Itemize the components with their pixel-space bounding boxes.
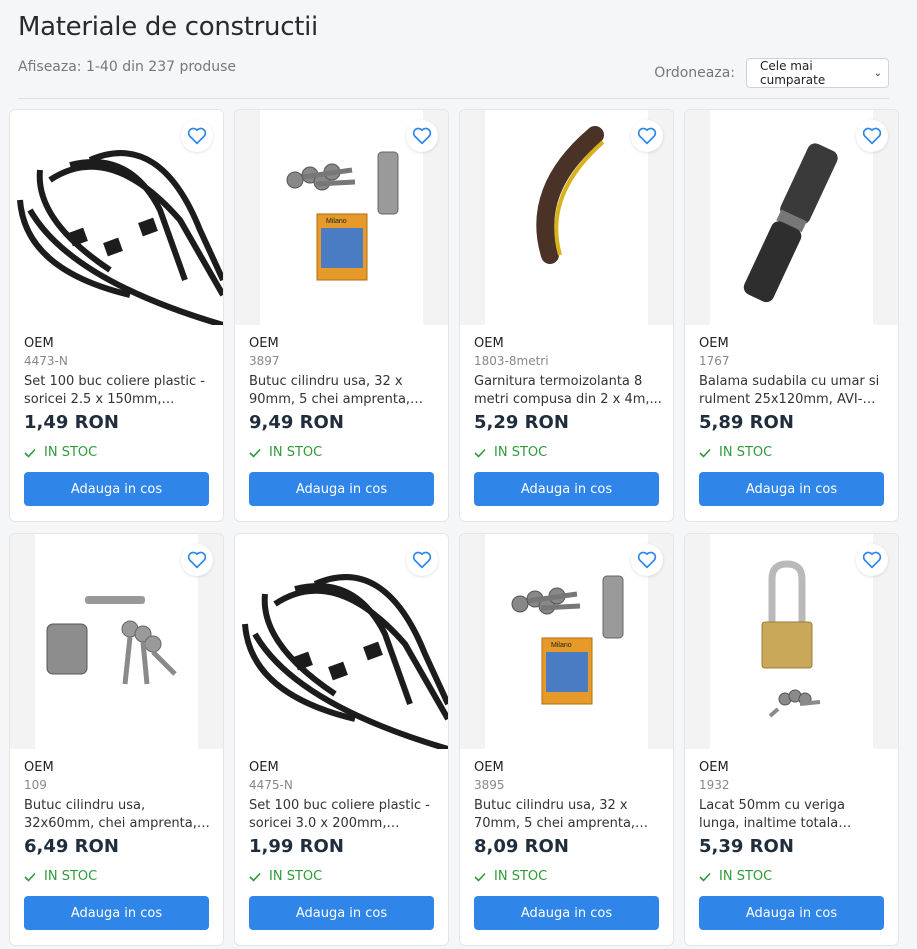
heart-icon[interactable]	[406, 120, 438, 152]
svg-text:Milano: Milano	[326, 218, 347, 225]
padlock-image	[761, 560, 821, 718]
results-count: Afiseaza: 1-40 din 237 produse	[18, 59, 237, 75]
stock-status: IN STOC	[249, 445, 322, 460]
stock-status: IN STOC	[474, 445, 547, 460]
product-card[interactable]: OEM 1932 Lacat 50mm cu veriga lunga, ina…	[684, 533, 899, 946]
product-title[interactable]: Lacat 50mm cu veriga lunga, inaltime tot…	[699, 797, 889, 833]
check-icon	[699, 448, 711, 458]
cylinder-lock-image	[46, 596, 177, 685]
heart-icon[interactable]	[631, 120, 663, 152]
product-price: 5,39 RON	[699, 836, 794, 857]
weld-hinge-image	[743, 143, 838, 303]
product-sku: 1803-8metri	[474, 354, 549, 368]
product-sku: 3895	[474, 778, 505, 792]
stock-status: IN STOC	[24, 445, 97, 460]
sort-select-value: Cele mai cumparate	[760, 59, 826, 87]
product-brand: OEM	[474, 760, 504, 775]
product-price: 6,49 RON	[24, 836, 119, 857]
product-price: 5,89 RON	[699, 412, 794, 433]
check-icon	[24, 448, 36, 458]
add-to-cart-button[interactable]: Adauga in cos	[24, 472, 209, 506]
sort-label: Ordoneaza:	[654, 65, 735, 81]
product-card[interactable]: Milano OEM 3897 Butuc cilindru usa, 32 x…	[234, 109, 449, 522]
stock-status: IN STOC	[474, 869, 547, 884]
product-sku: 1932	[699, 778, 730, 792]
product-title[interactable]: Butuc cilindru usa, 32x60mm, chei ampren…	[24, 797, 214, 833]
product-brand: OEM	[699, 336, 729, 351]
add-to-cart-button[interactable]: Adauga in cos	[699, 896, 884, 930]
product-brand: OEM	[24, 336, 54, 351]
add-to-cart-button[interactable]: Adauga in cos	[24, 896, 209, 930]
stock-status: IN STOC	[24, 869, 97, 884]
product-card[interactable]: OEM 1803-8metri Garnitura termoizolanta …	[459, 109, 674, 522]
product-sku: 109	[24, 778, 47, 792]
product-price: 9,49 RON	[249, 412, 344, 433]
heart-icon[interactable]	[631, 544, 663, 576]
product-sku: 1767	[699, 354, 730, 368]
add-to-cart-button[interactable]: Adauga in cos	[699, 472, 884, 506]
add-to-cart-button[interactable]: Adauga in cos	[249, 896, 434, 930]
add-to-cart-button[interactable]: Adauga in cos	[474, 896, 659, 930]
heart-icon[interactable]	[406, 544, 438, 576]
check-icon	[249, 448, 261, 458]
product-title[interactable]: Butuc cilindru usa, 32 x 70mm, 5 chei am…	[474, 797, 664, 833]
header-divider	[18, 98, 889, 99]
product-brand: OEM	[249, 760, 279, 775]
heart-icon[interactable]	[181, 544, 213, 576]
product-sku: 4473-N	[24, 354, 68, 368]
sort-select[interactable]: Cele mai cumparate ⌄	[746, 58, 889, 88]
chevron-down-icon: ⌄	[873, 67, 882, 79]
stock-status: IN STOC	[699, 445, 772, 460]
product-card[interactable]: OEM 4475-N Set 100 buc coliere plastic -…	[234, 533, 449, 946]
product-sku: 4475-N	[249, 778, 293, 792]
check-icon	[474, 872, 486, 882]
product-card[interactable]: OEM 4473-N Set 100 buc coliere plastic -…	[9, 109, 224, 522]
cylinder-lock-box-image: Milano	[511, 575, 624, 705]
product-card[interactable]: Milano OEM 3895 Butuc cilindru usa, 32 x…	[459, 533, 674, 946]
product-card[interactable]: OEM 1767 Balama sudabila cu umar si rulm…	[684, 109, 899, 522]
sort-control: Ordoneaza: Cele mai cumparate ⌄	[654, 58, 889, 88]
check-icon	[474, 448, 486, 458]
product-brand: OEM	[699, 760, 729, 775]
product-price: 5,29 RON	[474, 412, 569, 433]
product-grid: OEM 4473-N Set 100 buc coliere plastic -…	[9, 109, 899, 946]
check-icon	[699, 872, 711, 882]
product-title[interactable]: Set 100 buc coliere plastic - soricei 3.…	[249, 797, 439, 833]
product-brand: OEM	[474, 336, 504, 351]
product-title[interactable]: Butuc cilindru usa, 32 x 90mm, 5 chei am…	[249, 373, 439, 409]
svg-text:Milano: Milano	[551, 642, 572, 649]
add-to-cart-button[interactable]: Adauga in cos	[249, 472, 434, 506]
heart-icon[interactable]	[181, 120, 213, 152]
product-card[interactable]: OEM 109 Butuc cilindru usa, 32x60mm, che…	[9, 533, 224, 946]
heart-icon[interactable]	[856, 120, 888, 152]
product-title[interactable]: Garnitura termoizolanta 8 metri compusa …	[474, 373, 664, 409]
product-title[interactable]: Balama sudabila cu umar si rulment 25x12…	[699, 373, 889, 409]
stock-status: IN STOC	[699, 869, 772, 884]
product-brand: OEM	[24, 760, 54, 775]
page-title: Materiale de constructii	[18, 12, 318, 42]
product-price: 1,99 RON	[249, 836, 344, 857]
check-icon	[24, 872, 36, 882]
heart-icon[interactable]	[856, 544, 888, 576]
product-sku: 3897	[249, 354, 280, 368]
product-price: 1,49 RON	[24, 412, 119, 433]
product-title[interactable]: Set 100 buc coliere plastic - soricei 2.…	[24, 373, 214, 409]
product-brand: OEM	[249, 336, 279, 351]
add-to-cart-button[interactable]: Adauga in cos	[474, 472, 659, 506]
seal-strip-image	[536, 126, 605, 264]
cylinder-lock-box-image: Milano	[286, 151, 399, 281]
stock-status: IN STOC	[249, 869, 322, 884]
product-price: 8,09 RON	[474, 836, 569, 857]
check-icon	[249, 872, 261, 882]
